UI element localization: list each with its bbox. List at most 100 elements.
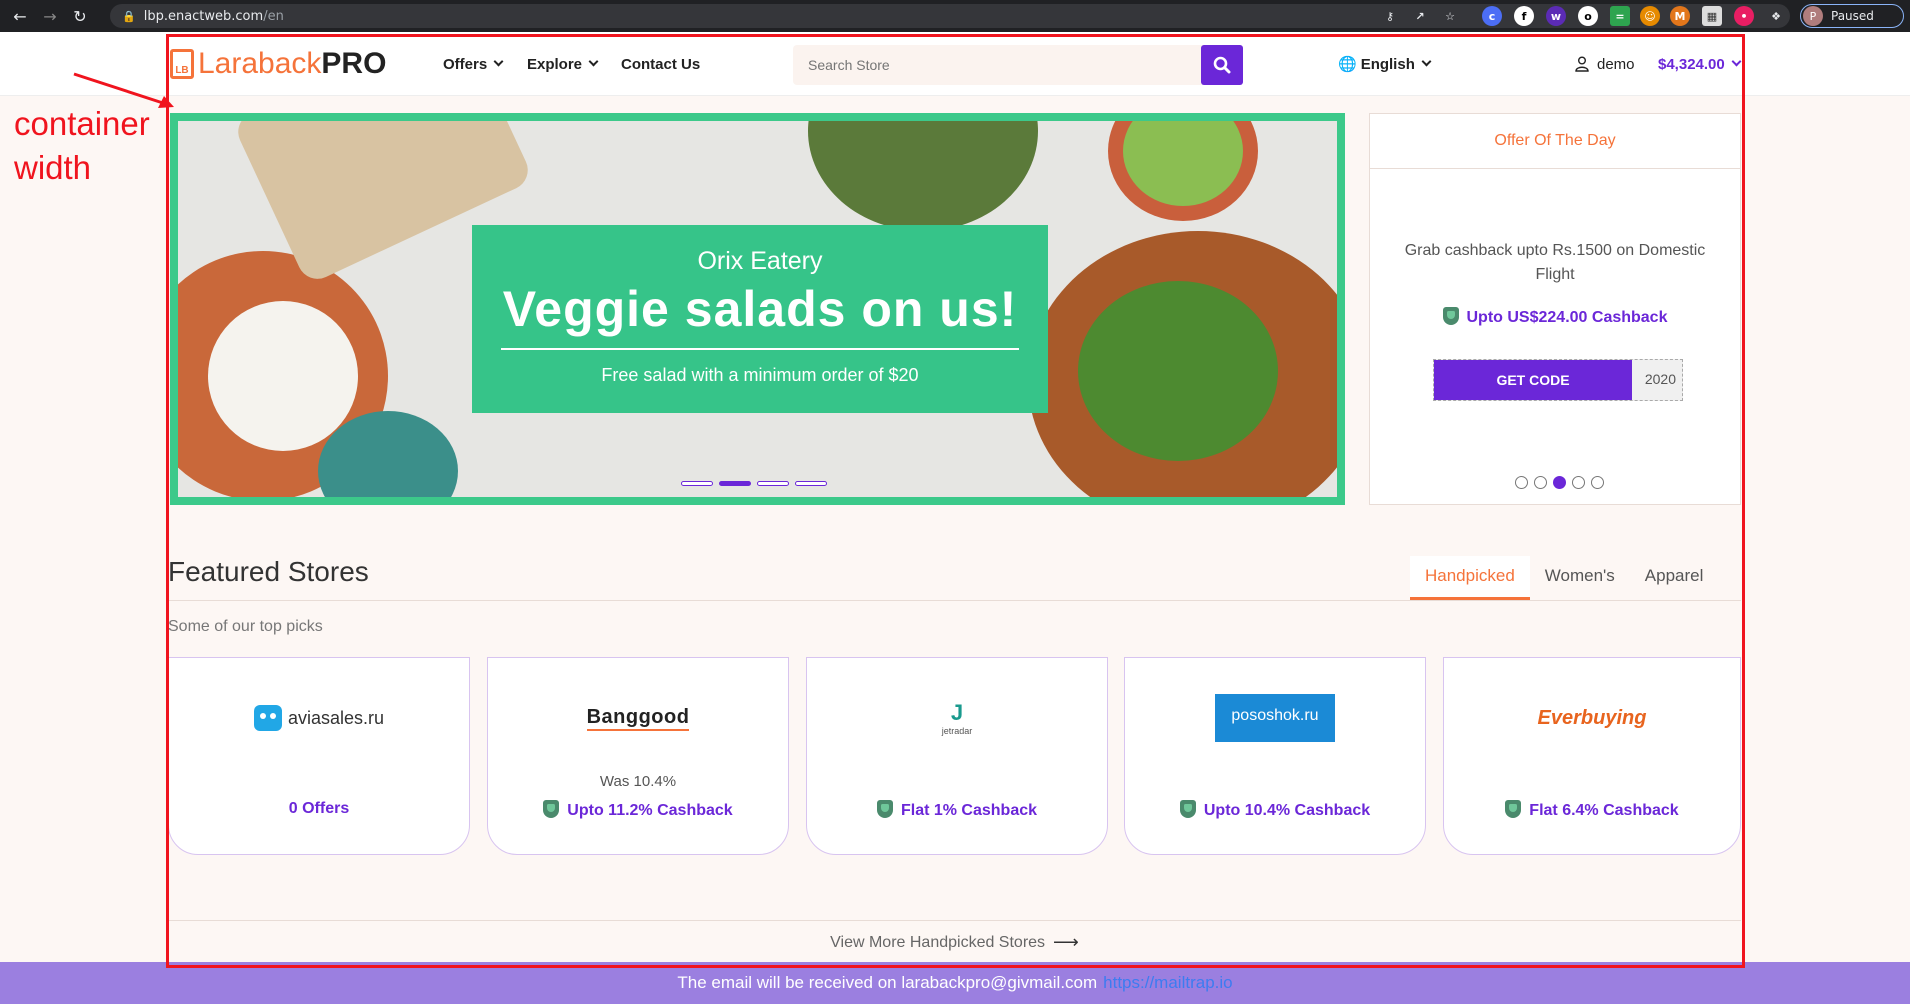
user-menu[interactable]: demo: [1575, 32, 1635, 96]
store-logo: J jetradar: [807, 688, 1107, 748]
featured-tabs: Handpicked Women's Apparel: [1410, 556, 1718, 600]
extension-icon[interactable]: o: [1578, 6, 1598, 26]
store-logo: Everbuying: [1444, 688, 1740, 748]
store-name: aviasales.ru: [287, 707, 385, 728]
language-label: English: [1360, 55, 1415, 73]
store-logo: pososhok.ru: [1125, 688, 1425, 748]
arrow-right-icon: ⟶: [1053, 932, 1079, 952]
nav-contact-us[interactable]: Contact Us: [621, 32, 700, 96]
store-cashback[interactable]: Upto 10.4% Cashback: [1125, 800, 1425, 820]
email-notice-bar: The email will be received on larabackpr…: [0, 962, 1910, 1004]
key-icon[interactable]: ⚷: [1380, 6, 1400, 26]
carousel-dot[interactable]: [1572, 476, 1585, 489]
share-icon[interactable]: ↗: [1410, 6, 1430, 26]
user-name: demo: [1597, 55, 1635, 73]
search-bar: [793, 45, 1243, 85]
salad-greens-image: [1078, 281, 1278, 461]
promo-caption: Free salad with a minimum order of $20: [601, 365, 919, 385]
store-cashback[interactable]: Upto 11.2% Cashback: [488, 800, 788, 820]
tab-handpicked[interactable]: Handpicked: [1410, 556, 1530, 600]
store-cashback[interactable]: Flat 1% Cashback: [807, 800, 1107, 820]
get-code-widget[interactable]: 2020 GET CODE: [1433, 359, 1683, 401]
email-notice-text: The email will be received on larabackpr…: [677, 973, 1098, 992]
back-icon[interactable]: ←: [10, 7, 30, 26]
store-cashback[interactable]: Flat 6.4% Cashback: [1444, 800, 1740, 820]
store-logo: aviasales.ru: [169, 688, 469, 748]
shield-icon: [1179, 800, 1196, 818]
carousel-dot[interactable]: [1534, 476, 1547, 489]
view-more-label: View More Handpicked Stores: [830, 933, 1046, 951]
store-card[interactable]: Everbuying Flat 6.4% Cashback: [1443, 657, 1741, 855]
annotation-label-line2: width: [14, 149, 92, 186]
tab-apparel[interactable]: Apparel: [1630, 556, 1719, 600]
shield-icon: [1505, 800, 1522, 818]
site-logo[interactable]: LB Laraback PRO: [170, 44, 386, 84]
nav-explore[interactable]: Explore: [527, 32, 599, 96]
mailtrap-link[interactable]: https://mailtrap.io: [1103, 973, 1232, 993]
reload-icon[interactable]: ↻: [70, 7, 90, 26]
nav-offers[interactable]: Offers: [443, 32, 504, 96]
nav-offers-label: Offers: [443, 55, 488, 73]
forward-icon[interactable]: →: [40, 7, 60, 26]
extension-icon[interactable]: ▦: [1702, 6, 1722, 26]
carousel-indicator[interactable]: [681, 481, 713, 486]
coupon-code-peek: 2020: [1644, 371, 1676, 387]
carousel-indicators: [681, 481, 827, 486]
carousel-indicator-active[interactable]: [719, 481, 751, 486]
store-name: jetradar: [941, 726, 973, 736]
promo-subtitle: Orix Eatery: [697, 247, 823, 275]
carousel-indicator[interactable]: [757, 481, 789, 486]
chevron-down-icon: [1421, 56, 1432, 66]
carousel-indicator[interactable]: [795, 481, 827, 486]
food-bowl-image: [808, 121, 1038, 231]
offer-cashback-label: Upto US$224.00 Cashback: [1466, 309, 1668, 326]
tab-womens[interactable]: Women's: [1530, 556, 1630, 600]
store-card[interactable]: J jetradar Flat 1% Cashback: [806, 657, 1108, 855]
extension-icon[interactable]: ☺: [1640, 6, 1660, 26]
hero-banner[interactable]: Orix Eatery Veggie salads on us! Free sa…: [170, 113, 1345, 505]
view-more-link[interactable]: View More Handpicked Stores ⟶: [168, 920, 1741, 964]
offer-carousel-dots: [1515, 476, 1604, 489]
offer-of-the-day: Offer Of The Day Grab cashback upto Rs.1…: [1369, 113, 1741, 505]
search-icon: [1213, 56, 1231, 74]
store-cashback[interactable]: 0 Offers: [169, 800, 469, 818]
promo-box: Orix Eatery Veggie salads on us! Free sa…: [472, 225, 1048, 413]
store-logo: Banggood: [488, 688, 788, 748]
store-card[interactable]: Banggood Was 10.4% Upto 11.2% Cashback: [487, 657, 789, 855]
carousel-dot-active[interactable]: [1553, 476, 1566, 489]
extension-icon[interactable]: f: [1514, 6, 1534, 26]
address-bar[interactable]: 🔒 lbp.enactweb.com/en: [110, 4, 1790, 28]
extension-icon[interactable]: c: [1482, 6, 1502, 26]
profile-button[interactable]: P Paused: [1800, 4, 1904, 28]
extension-icon[interactable]: =: [1610, 6, 1630, 26]
carousel-dot[interactable]: [1591, 476, 1604, 489]
metamask-icon[interactable]: M: [1670, 6, 1690, 26]
search-button[interactable]: [1201, 45, 1243, 85]
balance-dropdown[interactable]: $4,324.00: [1658, 32, 1742, 96]
shield-icon: [543, 800, 560, 818]
chevron-down-icon: [588, 56, 599, 66]
globe-icon: 🌐: [1338, 56, 1357, 73]
bookmark-star-icon[interactable]: ☆: [1440, 6, 1460, 26]
language-selector[interactable]: 🌐 English: [1338, 32, 1432, 96]
store-card[interactable]: pososhok.ru Upto 10.4% Cashback: [1124, 657, 1426, 855]
puzzle-icon[interactable]: ❖: [1766, 6, 1786, 26]
store-cashback-label: Upto 10.4% Cashback: [1203, 802, 1371, 819]
store-name: Everbuying: [1537, 706, 1647, 729]
avatar: P: [1803, 6, 1823, 26]
get-code-button[interactable]: GET CODE: [1434, 360, 1632, 400]
search-input[interactable]: [793, 45, 1193, 85]
chevron-down-icon: [493, 56, 504, 66]
jetradar-logo-icon: J: [950, 700, 964, 725]
promo-title: Veggie salads on us!: [502, 281, 1018, 337]
profile-status: Paused: [1831, 9, 1874, 23]
extension-icon[interactable]: w: [1546, 6, 1566, 26]
nav-explore-label: Explore: [527, 55, 583, 73]
aviasales-logo-icon: [253, 705, 282, 731]
carousel-dot[interactable]: [1515, 476, 1528, 489]
offer-description: Grab cashback upto Rs.1500 on Domestic F…: [1404, 242, 1706, 283]
extension-icon[interactable]: •: [1734, 6, 1754, 26]
offer-heading: Offer Of The Day: [1370, 114, 1740, 169]
store-card[interactable]: aviasales.ru 0 Offers: [168, 657, 470, 855]
offer-cashback: Upto US$224.00 Cashback: [1370, 307, 1740, 327]
